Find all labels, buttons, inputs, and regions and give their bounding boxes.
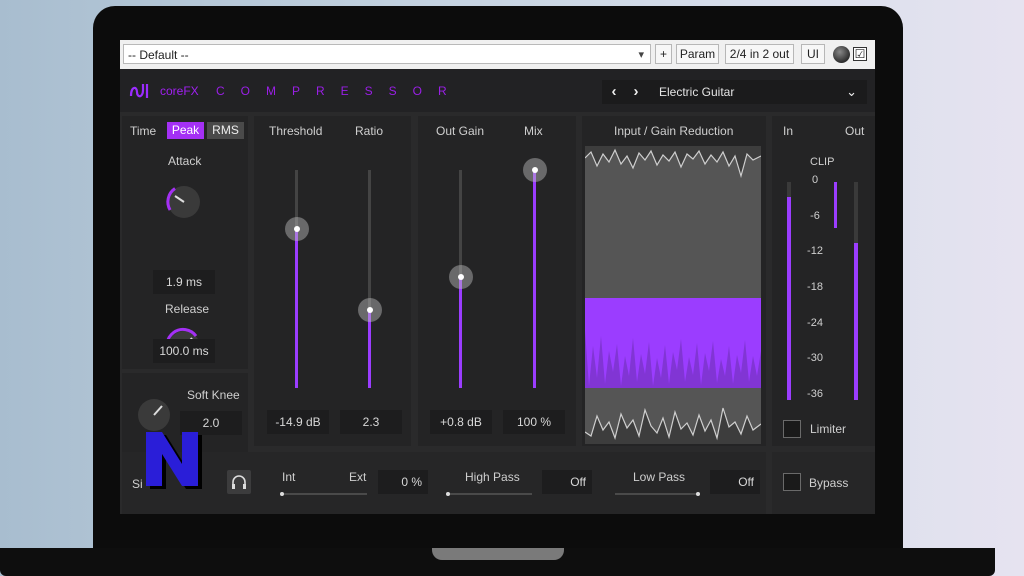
host-preset-value: -- Default -- bbox=[128, 48, 189, 62]
preset-prev-button[interactable]: ‹ bbox=[602, 80, 626, 104]
host-ui-button[interactable]: UI bbox=[801, 44, 825, 64]
out-meter-label: Out bbox=[845, 124, 865, 138]
host-param-button[interactable]: Param bbox=[676, 44, 719, 64]
low-pass-slider[interactable] bbox=[615, 493, 700, 495]
threshold-ratio-panel: Threshold Ratio -14.9 dB 2.3 bbox=[254, 116, 411, 446]
high-pass-slider-handle[interactable] bbox=[446, 492, 450, 496]
bottom-controls: Si Int Ext 0 % High Pass Off Low Pass Of… bbox=[122, 452, 766, 514]
ext-label: Ext bbox=[349, 470, 367, 484]
host-toolbar: -- Default -- ▾ + Param 2/4 in 2 out UI … bbox=[120, 40, 875, 70]
slider-handle[interactable] bbox=[449, 265, 473, 289]
low-pass-label: Low Pass bbox=[633, 470, 686, 484]
bypass-label: Bypass bbox=[809, 476, 849, 490]
limiter-label: Limiter bbox=[810, 422, 847, 436]
attack-label: Attack bbox=[168, 154, 202, 168]
corefx-logo-icon bbox=[129, 84, 149, 98]
host-preset-select[interactable]: -- Default -- ▾ bbox=[123, 44, 651, 64]
high-pass-label: High Pass bbox=[465, 470, 520, 484]
graph-label: Input / Gain Reduction bbox=[614, 124, 734, 138]
slider-handle[interactable] bbox=[285, 217, 309, 241]
input-meter-fill bbox=[787, 197, 791, 400]
meter-scale-24: -24 bbox=[807, 317, 823, 329]
release-value[interactable]: 100.0 ms bbox=[153, 339, 215, 363]
slider-handle[interactable] bbox=[358, 298, 382, 322]
meter-scale-30: -30 bbox=[807, 352, 823, 364]
slider-fill bbox=[295, 229, 298, 388]
outgain-mix-panel: Out Gain Mix +0.8 dB 100 % bbox=[418, 116, 576, 446]
meter-scale-18: -18 bbox=[807, 281, 823, 293]
outgain-slider[interactable] bbox=[446, 116, 476, 406]
plugin-title: COMPRESSOR bbox=[216, 84, 463, 98]
output-meter-track bbox=[854, 182, 858, 400]
int-ext-value[interactable]: 0 % bbox=[378, 470, 428, 494]
output-meter-fill bbox=[854, 243, 858, 400]
threshold-value[interactable]: -14.9 dB bbox=[267, 410, 329, 434]
preset-dropdown-icon[interactable]: ⌄ bbox=[846, 80, 857, 104]
in-meter-label: In bbox=[783, 124, 794, 138]
host-io-button[interactable]: 2/4 in 2 out bbox=[725, 44, 794, 64]
low-pass-slider-handle[interactable] bbox=[696, 492, 700, 496]
low-pass-value[interactable]: Off bbox=[710, 470, 760, 494]
soft-knee-label: Soft Knee bbox=[187, 388, 240, 402]
limiter-checkbox[interactable] bbox=[783, 420, 801, 438]
mode-peak-button[interactable]: Peak bbox=[167, 122, 204, 139]
plugin-header: coreFX COMPRESSOR ‹ › Electric Guitar ⌄ bbox=[120, 69, 875, 112]
meters-panel: In Out CLIP 0 -6 -12 -18 -24 -30 -36 Lim… bbox=[772, 116, 875, 446]
detector-panel: Time Peak RMS Attack 1.9 ms Release bbox=[122, 116, 248, 369]
meter-scale-6: -6 bbox=[810, 210, 820, 222]
ratio-value[interactable]: 2.3 bbox=[340, 410, 402, 434]
slider-fill bbox=[533, 170, 536, 388]
gain-reduction-panel: Input / Gain Reduction bbox=[582, 116, 766, 446]
bypass-panel: Bypass bbox=[772, 452, 875, 514]
release-label: Release bbox=[165, 302, 210, 316]
host-enable-checkbox[interactable]: ☑ bbox=[853, 47, 867, 61]
attack-value[interactable]: 1.9 ms bbox=[153, 270, 215, 294]
ratio-slider[interactable] bbox=[355, 116, 385, 406]
preset-next-button[interactable]: › bbox=[624, 80, 648, 104]
meter-scale-0: 0 bbox=[811, 174, 819, 186]
chevron-down-icon: ▾ bbox=[638, 49, 644, 61]
meter-scale-36: -36 bbox=[807, 388, 823, 400]
outgain-value[interactable]: +0.8 dB bbox=[430, 410, 492, 434]
mode-rms-button[interactable]: RMS bbox=[207, 122, 244, 139]
slider-fill bbox=[459, 277, 462, 388]
plugin-window: -- Default -- ▾ + Param 2/4 in 2 out UI … bbox=[120, 40, 875, 514]
headphones-button[interactable] bbox=[227, 470, 251, 494]
int-ext-slider[interactable] bbox=[282, 493, 367, 495]
time-label: Time bbox=[130, 124, 157, 138]
mix-value[interactable]: 100 % bbox=[503, 410, 565, 434]
mix-slider[interactable] bbox=[520, 116, 550, 406]
bypass-checkbox[interactable] bbox=[783, 473, 801, 491]
headphones-icon bbox=[232, 475, 246, 489]
clip-indicator: CLIP bbox=[810, 156, 835, 168]
laptop-notch bbox=[432, 548, 564, 560]
host-plus-button[interactable]: + bbox=[655, 44, 672, 64]
high-pass-slider[interactable] bbox=[447, 493, 532, 495]
gain-reduction-graph bbox=[585, 146, 761, 444]
threshold-slider[interactable] bbox=[282, 116, 312, 406]
high-pass-value[interactable]: Off bbox=[542, 470, 592, 494]
brand-name: coreFX bbox=[160, 84, 199, 98]
gain-reduction-meter bbox=[834, 182, 837, 228]
attack-knob[interactable] bbox=[161, 179, 207, 225]
int-ext-slider-handle[interactable] bbox=[280, 492, 284, 496]
meter-scale-12: -12 bbox=[807, 245, 823, 257]
preset-name[interactable]: Electric Guitar bbox=[659, 80, 734, 104]
slider-handle[interactable] bbox=[523, 158, 547, 182]
input-meter-track bbox=[787, 182, 791, 400]
plugin-preset-browser: ‹ › Electric Guitar ⌄ bbox=[602, 80, 867, 104]
n-logo-icon bbox=[146, 432, 202, 489]
int-label: Int bbox=[282, 470, 296, 484]
host-status-dot-icon[interactable] bbox=[833, 46, 850, 63]
